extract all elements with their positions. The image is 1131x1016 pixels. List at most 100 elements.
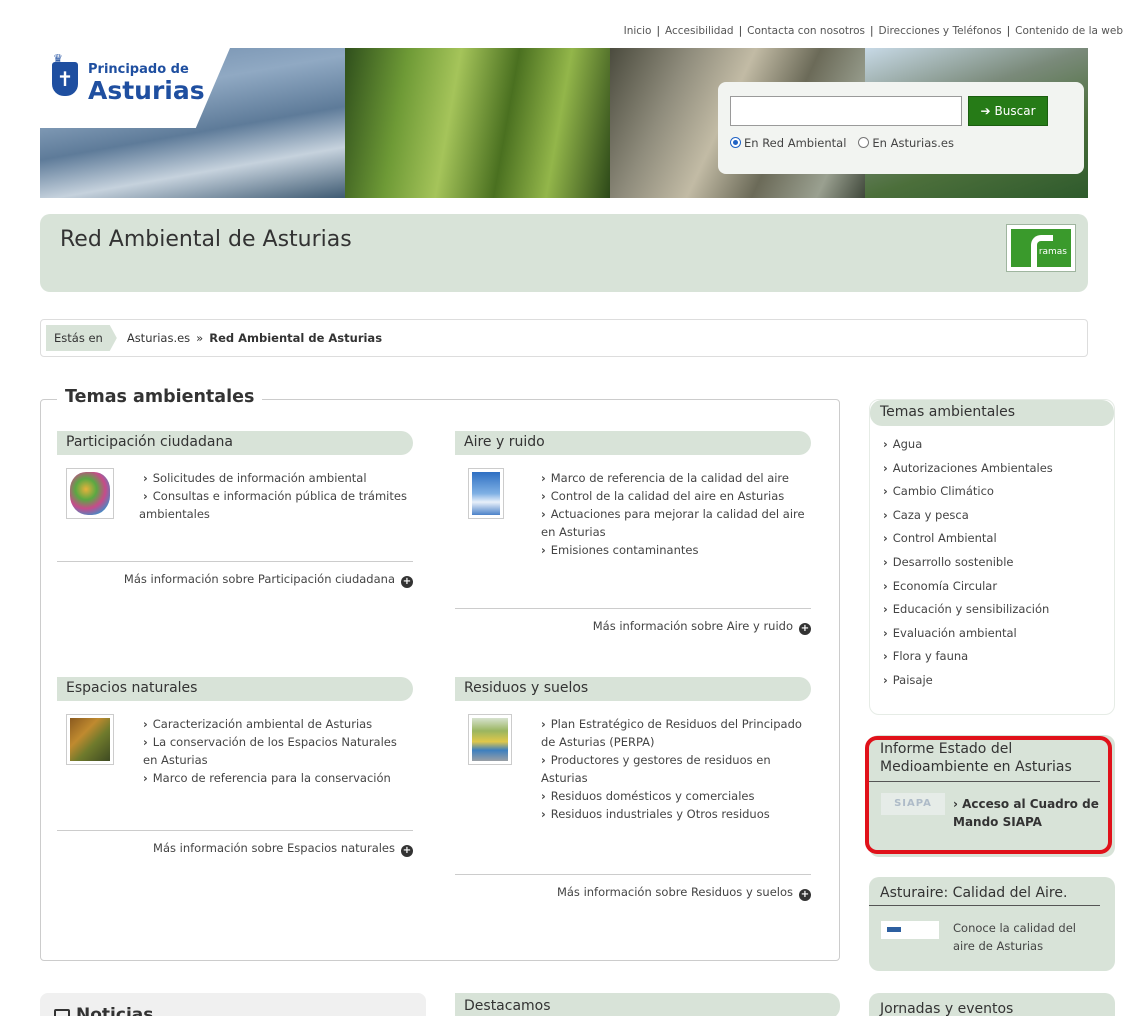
- topic-link[interactable]: › Control de la calidad del aire en Astur…: [537, 487, 811, 505]
- topic-image-recycling-bins: [468, 714, 512, 765]
- radio-selected-icon[interactable]: [730, 137, 741, 148]
- newspaper-icon: [54, 1009, 70, 1016]
- breadcrumb-label: Estás en: [46, 325, 117, 351]
- topics-section: Temas ambientales Participación ciudadan…: [40, 387, 840, 961]
- top-link-direcciones[interactable]: Direcciones y Teléfonos: [879, 25, 1002, 37]
- radio-label: En Asturias.es: [872, 136, 954, 150]
- sidebar-item-autorizaciones[interactable]: › Autorizaciones Ambientales: [883, 457, 1114, 481]
- news-heading: Noticias: [54, 1005, 153, 1016]
- top-link-accesibilidad[interactable]: Accesibilidad: [665, 25, 734, 37]
- topic-links: › Solicitudes de información ambiental › C…: [139, 469, 413, 523]
- news-title: Noticias: [76, 1005, 154, 1016]
- featured-section: Destacamos: [455, 993, 840, 1016]
- topic-link[interactable]: › Marco de referencia para la conservació…: [139, 769, 413, 787]
- topic-aire: Aire y ruido › Marco de referencia de la …: [455, 431, 811, 635]
- topic-participacion: Participación ciudadana › Solicitudes de …: [57, 431, 413, 588]
- shield-cross-icon: ✝: [52, 62, 78, 96]
- topic-link[interactable]: › Plan Estratégico de Residuos del Princi…: [537, 715, 811, 751]
- separator: |: [870, 25, 874, 37]
- topic-links: › Caracterización ambiental de Asturias ›…: [139, 715, 413, 787]
- logo-text-line1: Principado de: [88, 62, 189, 77]
- asturaire-link[interactable]: Conoce la calidad del aire de Asturias: [953, 919, 1093, 955]
- page-title: Red Ambiental de Asturias: [60, 227, 352, 252]
- sidebar-item-economia-circular[interactable]: › Economía Circular: [883, 575, 1114, 599]
- top-link-inicio[interactable]: Inicio: [624, 25, 652, 37]
- sidebar-asturaire: Asturaire: Calidad del Aire. Conoce la c…: [869, 877, 1115, 971]
- separator: |: [656, 25, 660, 37]
- topic-title[interactable]: Espacios naturales: [57, 677, 413, 701]
- banner-image-forest: [345, 48, 610, 198]
- separator: |: [738, 25, 743, 37]
- topic-link[interactable]: › Residuos domésticos y comerciales: [537, 787, 811, 805]
- plus-circle-icon: +: [401, 845, 413, 857]
- topic-image-sky: [468, 468, 504, 519]
- topic-link[interactable]: › Marco de referencia de la calidad del a…: [537, 469, 811, 487]
- sidebar-item-desarrollo[interactable]: › Desarrollo sostenible: [883, 551, 1114, 575]
- plus-circle-icon: +: [799, 623, 811, 635]
- radio-asturias-es[interactable]: En Asturias.es: [858, 136, 954, 150]
- top-nav: Inicio | Accesibilidad | Contacta con nosotr…: [624, 25, 1123, 37]
- topic-title[interactable]: Residuos y suelos: [455, 677, 811, 701]
- topics-heading: Temas ambientales: [57, 387, 263, 407]
- topic-link[interactable]: › Consultas e información pública de trám…: [139, 487, 413, 523]
- sidebar-themes-list: › Agua › Autorizaciones Ambientales › Cambi…: [883, 433, 1114, 693]
- radio-label: En Red Ambiental: [744, 136, 847, 150]
- top-link-contacta[interactable]: Contacta con nosotros: [747, 25, 865, 37]
- news-section: Noticias: [40, 993, 426, 1016]
- plus-circle-icon: +: [799, 889, 811, 901]
- topic-title[interactable]: Participación ciudadana: [57, 431, 413, 455]
- sidebar-themes: Temas ambientales › Agua › Autorizaciones …: [869, 399, 1115, 715]
- topic-title[interactable]: Aire y ruido: [455, 431, 811, 455]
- topic-residuos: Residuos y suelos › Plan Estratégico de R…: [455, 677, 811, 901]
- sidebar-item-evaluacion[interactable]: › Evaluación ambiental: [883, 622, 1114, 646]
- search-scope: En Red Ambiental En Asturias.es: [730, 136, 954, 150]
- search-button[interactable]: ➔ Buscar: [968, 96, 1048, 126]
- topic-link[interactable]: › La conservación de los Espacios Natural…: [139, 733, 413, 769]
- topic-link[interactable]: › Caracterización ambiental de Asturias: [139, 715, 413, 733]
- topic-link[interactable]: › Productores y gestores de residuos en A…: [537, 751, 811, 787]
- sidebar-item-flora-fauna[interactable]: › Flora y fauna: [883, 645, 1114, 669]
- highlight-annotation: [865, 736, 1112, 854]
- more-info-link[interactable]: Más información sobre Espacios naturales…: [57, 830, 413, 857]
- sidebar-item-agua[interactable]: › Agua: [883, 433, 1114, 457]
- jornadas-title: Jornadas y eventos: [880, 1001, 1014, 1016]
- radio-unselected-icon[interactable]: [858, 137, 870, 148]
- more-info-link[interactable]: Más información sobre Residuos y suelos +: [455, 874, 811, 901]
- sidebar-item-cambio-climatico[interactable]: › Cambio Climático: [883, 480, 1114, 504]
- more-info-link[interactable]: Más información sobre Participación ciud…: [57, 561, 413, 588]
- plus-circle-icon: +: [401, 576, 413, 588]
- breadcrumb: Estás en Asturias.es » Red Ambiental de …: [40, 319, 1088, 357]
- breadcrumb-separator: »: [196, 331, 204, 345]
- search-button-label: Buscar: [994, 104, 1036, 118]
- topic-links: › Plan Estratégico de Residuos del Princi…: [537, 715, 811, 823]
- breadcrumb-current: Red Ambiental de Asturias: [209, 331, 383, 345]
- asturaire-title[interactable]: Asturaire: Calidad del Aire.: [869, 877, 1100, 906]
- search-input[interactable]: [730, 96, 962, 126]
- topic-link[interactable]: › Emisiones contaminantes: [537, 541, 811, 559]
- asturaire-logo[interactable]: [881, 921, 939, 939]
- arrow-right-icon: ➔: [980, 104, 991, 118]
- breadcrumb-link-asturias[interactable]: Asturias.es: [127, 331, 190, 345]
- topic-espacios: Espacios naturales › Caracterización ambi…: [57, 677, 413, 857]
- topic-link[interactable]: › Residuos industriales y Otros residuos: [537, 805, 811, 823]
- sidebar-jornadas: Jornadas y eventos: [869, 993, 1115, 1016]
- sidebar-item-paisaje[interactable]: › Paisaje: [883, 669, 1114, 693]
- sidebar-item-educacion[interactable]: › Educación y sensibilización: [883, 598, 1114, 622]
- logo-text-line2: Asturias: [88, 76, 205, 105]
- sidebar-item-control-ambiental[interactable]: › Control Ambiental: [883, 527, 1114, 551]
- topic-image-autumn-forest: [66, 714, 114, 765]
- featured-title: Destacamos: [464, 998, 551, 1014]
- topic-image-speech-bubble: [66, 468, 114, 519]
- more-info-link[interactable]: Más información sobre Aire y ruido +: [455, 608, 811, 635]
- radio-red-ambiental[interactable]: En Red Ambiental: [730, 136, 846, 150]
- page-title-bar: Red Ambiental de Asturias ramas: [40, 214, 1088, 292]
- search-panel: ➔ Buscar En Red Ambiental En Asturias.es: [718, 82, 1084, 174]
- sidebar-themes-title: Temas ambientales: [870, 400, 1114, 426]
- topic-link[interactable]: › Solicitudes de información ambiental: [139, 469, 413, 487]
- rama-logo-mark: ramas: [1011, 229, 1071, 267]
- separator: |: [1006, 25, 1011, 37]
- rama-logo[interactable]: ramas: [1006, 224, 1076, 272]
- top-link-contenido[interactable]: Contenido de la web: [1015, 25, 1123, 37]
- topic-link[interactable]: › Actuaciones para mejorar la calidad del…: [537, 505, 811, 541]
- sidebar-item-caza-pesca[interactable]: › Caza y pesca: [883, 504, 1114, 528]
